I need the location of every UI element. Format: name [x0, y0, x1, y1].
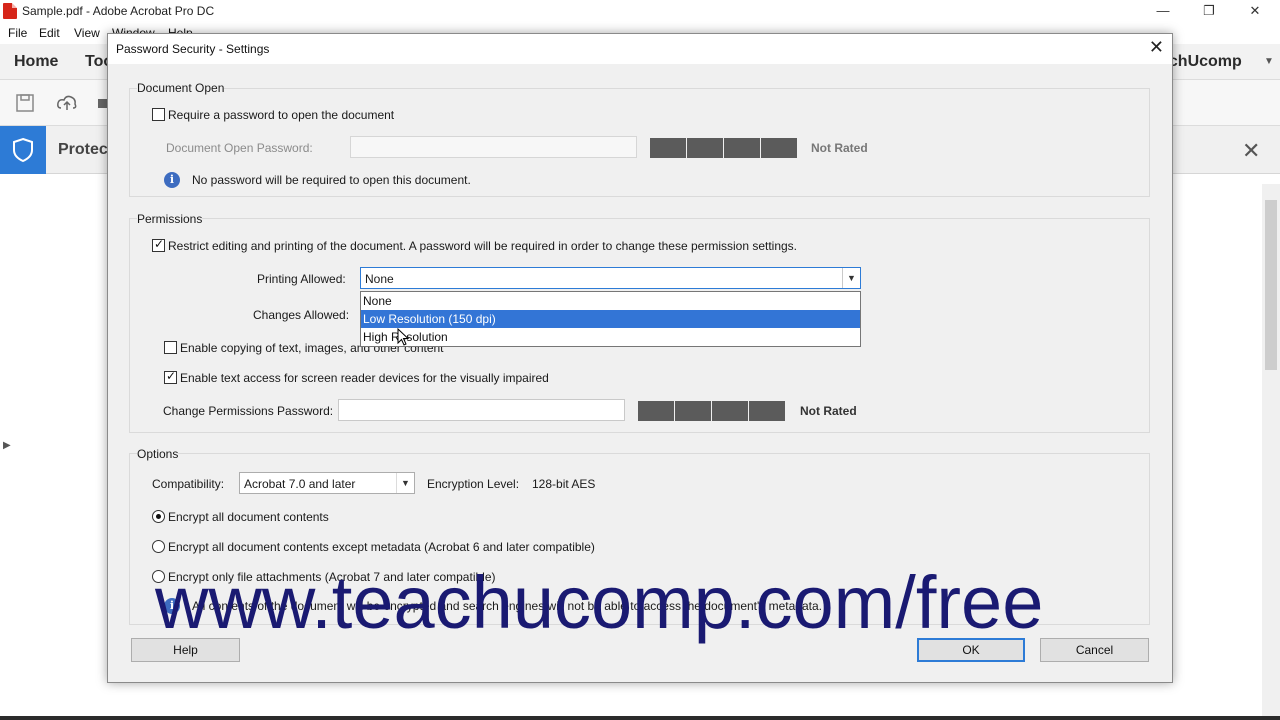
- close-window-icon[interactable]: ✕: [1232, 0, 1278, 22]
- option-high-resolution[interactable]: High Resolution: [361, 328, 860, 346]
- minimize-icon[interactable]: —: [1140, 0, 1186, 22]
- compatibility-value: Acrobat 7.0 and later: [244, 477, 356, 491]
- cancel-button[interactable]: Cancel: [1040, 638, 1149, 662]
- printing-allowed-label: Printing Allowed:: [257, 272, 346, 286]
- encryption-level-label: Encryption Level:: [427, 477, 520, 491]
- dialog-title: Password Security - Settings: [116, 42, 270, 56]
- window-title: Sample.pdf - Adobe Acrobat Pro DC: [22, 4, 215, 18]
- require-password-checkbox[interactable]: [152, 108, 165, 121]
- permissions-label: Permissions: [137, 212, 203, 226]
- open-info-text: No password will be required to open thi…: [192, 173, 471, 187]
- menu-file[interactable]: File: [8, 26, 27, 40]
- info-icon: i: [164, 172, 180, 188]
- pdf-file-icon: [3, 3, 17, 19]
- open-password-strength-meter: [650, 138, 797, 158]
- compatibility-select[interactable]: Acrobat 7.0 and later ▼: [239, 472, 415, 494]
- mouse-cursor-icon: [397, 328, 409, 346]
- watermark-text: www.teachucomp.com/free: [155, 561, 1044, 644]
- printing-options-list: None Low Resolution (150 dpi) High Resol…: [360, 291, 861, 347]
- encrypt-except-metadata-label: Encrypt all document contents except met…: [168, 540, 595, 554]
- expand-panel-icon[interactable]: ▶: [3, 440, 11, 451]
- screen-reader-checkbox[interactable]: [164, 369, 177, 384]
- screen-reader-label: Enable text access for screen reader dev…: [180, 371, 549, 385]
- menu-edit[interactable]: Edit: [39, 26, 60, 40]
- chevron-down-icon[interactable]: ▼: [1264, 56, 1274, 67]
- options-label: Options: [137, 447, 179, 461]
- save-icon[interactable]: [14, 92, 36, 114]
- close-icon[interactable]: ✕: [1242, 138, 1260, 164]
- require-password-label: Require a password to open the document: [168, 108, 395, 122]
- option-none[interactable]: None: [361, 292, 860, 310]
- permissions-password-strength-meter: [638, 401, 785, 421]
- document-open-label: Document Open: [137, 81, 225, 95]
- menu-view[interactable]: View: [74, 26, 100, 40]
- encrypt-all-label: Encrypt all document contents: [168, 510, 329, 524]
- nav-home[interactable]: Home: [14, 53, 58, 71]
- printing-allowed-select[interactable]: None ▼: [360, 267, 861, 289]
- printing-allowed-value: None: [365, 272, 394, 286]
- chevron-down-icon[interactable]: ▼: [396, 473, 414, 493]
- open-password-field[interactable]: [350, 136, 637, 158]
- shield-icon: [0, 126, 46, 174]
- encryption-level-value: 128-bit AES: [532, 477, 596, 491]
- option-low-resolution[interactable]: Low Resolution (150 dpi): [361, 310, 860, 328]
- changes-allowed-label: Changes Allowed:: [253, 308, 350, 322]
- permissions-password-field[interactable]: [338, 399, 625, 421]
- chevron-down-icon[interactable]: ▼: [842, 268, 860, 288]
- dialog-close-icon[interactable]: ✕: [1149, 37, 1164, 58]
- encrypt-except-metadata-radio[interactable]: [152, 540, 165, 553]
- compatibility-label: Compatibility:: [152, 477, 225, 491]
- restrict-editing-checkbox[interactable]: [152, 237, 165, 252]
- enable-copying-checkbox[interactable]: [164, 341, 177, 354]
- restrict-editing-label: Restrict editing and printing of the doc…: [168, 239, 798, 253]
- open-password-field-label: Document Open Password:: [166, 141, 313, 155]
- cloud-upload-icon[interactable]: [56, 92, 78, 114]
- permissions-password-strength-label: Not Rated: [800, 404, 857, 418]
- vertical-scrollbar[interactable]: [1262, 184, 1280, 720]
- restore-icon[interactable]: ❐: [1186, 0, 1232, 22]
- taskbar-edge: [0, 716, 1280, 720]
- permissions-password-label: Change Permissions Password:: [163, 404, 334, 418]
- protect-tool-title: Protec: [58, 141, 108, 158]
- app-titlebar: Sample.pdf - Adobe Acrobat Pro DC — ❐ ✕: [0, 0, 1280, 22]
- encrypt-all-radio[interactable]: [152, 510, 165, 523]
- open-password-strength-label: Not Rated: [811, 141, 868, 155]
- dialog-titlebar: Password Security - Settings ✕: [108, 34, 1172, 64]
